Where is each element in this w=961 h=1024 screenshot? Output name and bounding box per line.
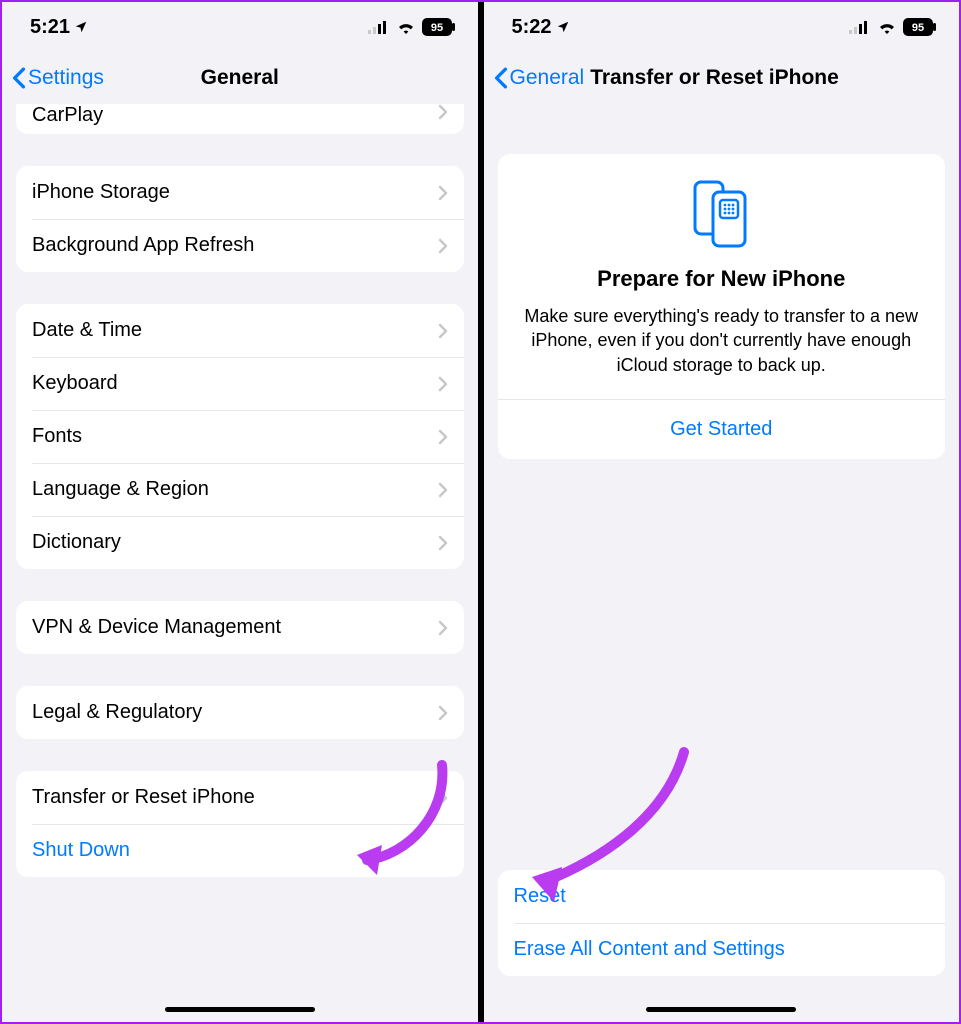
- status-time: 5:21: [30, 16, 70, 39]
- row-label: Language & Region: [32, 478, 438, 501]
- left-phone-screen: 5:21 95 Settings: [2, 2, 478, 1022]
- row-shut-down[interactable]: Shut Down: [16, 824, 464, 877]
- row-label: Fonts: [32, 425, 438, 448]
- transfer-phones-icon: [681, 178, 761, 248]
- wifi-icon: [396, 20, 416, 34]
- chevron-right-icon: [438, 482, 448, 498]
- row-label: Keyboard: [32, 372, 438, 395]
- row-label: Date & Time: [32, 319, 438, 342]
- row-background-app-refresh[interactable]: Background App Refresh: [16, 219, 464, 272]
- row-label: Legal & Regulatory: [32, 701, 438, 724]
- nav-title: Transfer or Reset iPhone: [590, 66, 839, 90]
- row-label: Dictionary: [32, 531, 438, 554]
- home-indicator[interactable]: [646, 1007, 796, 1012]
- status-time: 5:22: [512, 16, 552, 39]
- battery-icon: 95: [422, 18, 456, 36]
- wifi-icon: [877, 20, 897, 34]
- location-icon: [74, 20, 88, 34]
- chevron-left-icon: [12, 67, 26, 89]
- battery-icon: 95: [903, 18, 937, 36]
- row-fonts[interactable]: Fonts: [16, 410, 464, 463]
- right-phone-screen: 5:22 95 General: [478, 2, 960, 1022]
- chevron-right-icon: [438, 620, 448, 636]
- row-keyboard[interactable]: Keyboard: [16, 357, 464, 410]
- row-date-time[interactable]: Date & Time: [16, 304, 464, 357]
- group-legal: Legal & Regulatory: [16, 686, 464, 739]
- card-description: Make sure everything's ready to transfer…: [516, 304, 928, 377]
- row-carplay[interactable]: CarPlay: [16, 104, 464, 134]
- chevron-right-icon: [438, 429, 448, 445]
- group-reset: Reset Erase All Content and Settings: [498, 870, 946, 976]
- chevron-right-icon: [438, 376, 448, 392]
- nav-bar: General Transfer or Reset iPhone: [484, 52, 960, 104]
- chevron-right-icon: [438, 705, 448, 721]
- back-label: General: [510, 66, 585, 90]
- chevron-right-icon: [438, 238, 448, 254]
- row-legal[interactable]: Legal & Regulatory: [16, 686, 464, 739]
- row-vpn[interactable]: VPN & Device Management: [16, 601, 464, 654]
- row-dictionary[interactable]: Dictionary: [16, 516, 464, 569]
- row-label: iPhone Storage: [32, 181, 438, 204]
- row-label: Shut Down: [32, 839, 448, 862]
- group-storage: iPhone Storage Background App Refresh: [16, 166, 464, 272]
- row-label: Erase All Content and Settings: [514, 938, 930, 961]
- back-button[interactable]: General: [494, 66, 585, 90]
- row-label: VPN & Device Management: [32, 616, 438, 639]
- chevron-right-icon: [438, 790, 448, 806]
- chevron-right-icon: [438, 535, 448, 551]
- chevron-right-icon: [438, 104, 448, 120]
- row-label: CarPlay: [32, 104, 438, 127]
- chevron-right-icon: [438, 323, 448, 339]
- svg-text:95: 95: [912, 22, 924, 34]
- prepare-card: Prepare for New iPhone Make sure everyth…: [498, 154, 946, 459]
- home-indicator[interactable]: [165, 1007, 315, 1012]
- group-transfer: Transfer or Reset iPhone Shut Down: [16, 771, 464, 877]
- status-bar: 5:21 95: [2, 2, 478, 52]
- card-title: Prepare for New iPhone: [516, 266, 928, 292]
- location-icon: [556, 20, 570, 34]
- row-label: Reset: [514, 885, 930, 908]
- group-vpn: VPN & Device Management: [16, 601, 464, 654]
- group-carplay: CarPlay: [16, 104, 464, 134]
- row-label: Background App Refresh: [32, 234, 438, 257]
- cellular-icon: [368, 20, 390, 34]
- cellular-icon: [849, 20, 871, 34]
- row-transfer-reset[interactable]: Transfer or Reset iPhone: [16, 771, 464, 824]
- row-iphone-storage[interactable]: iPhone Storage: [16, 166, 464, 219]
- chevron-right-icon: [438, 185, 448, 201]
- chevron-left-icon: [494, 67, 508, 89]
- status-bar: 5:22 95: [484, 2, 960, 52]
- row-erase-all[interactable]: Erase All Content and Settings: [498, 923, 946, 976]
- row-reset[interactable]: Reset: [498, 870, 946, 923]
- get-started-button[interactable]: Get Started: [516, 400, 928, 459]
- row-language-region[interactable]: Language & Region: [16, 463, 464, 516]
- group-locale: Date & Time Keyboard Fonts Language & Re…: [16, 304, 464, 569]
- back-label: Settings: [28, 66, 104, 90]
- svg-text:95: 95: [430, 22, 442, 34]
- back-button[interactable]: Settings: [12, 66, 104, 90]
- nav-bar: Settings General: [2, 52, 478, 104]
- row-label: Transfer or Reset iPhone: [32, 786, 438, 809]
